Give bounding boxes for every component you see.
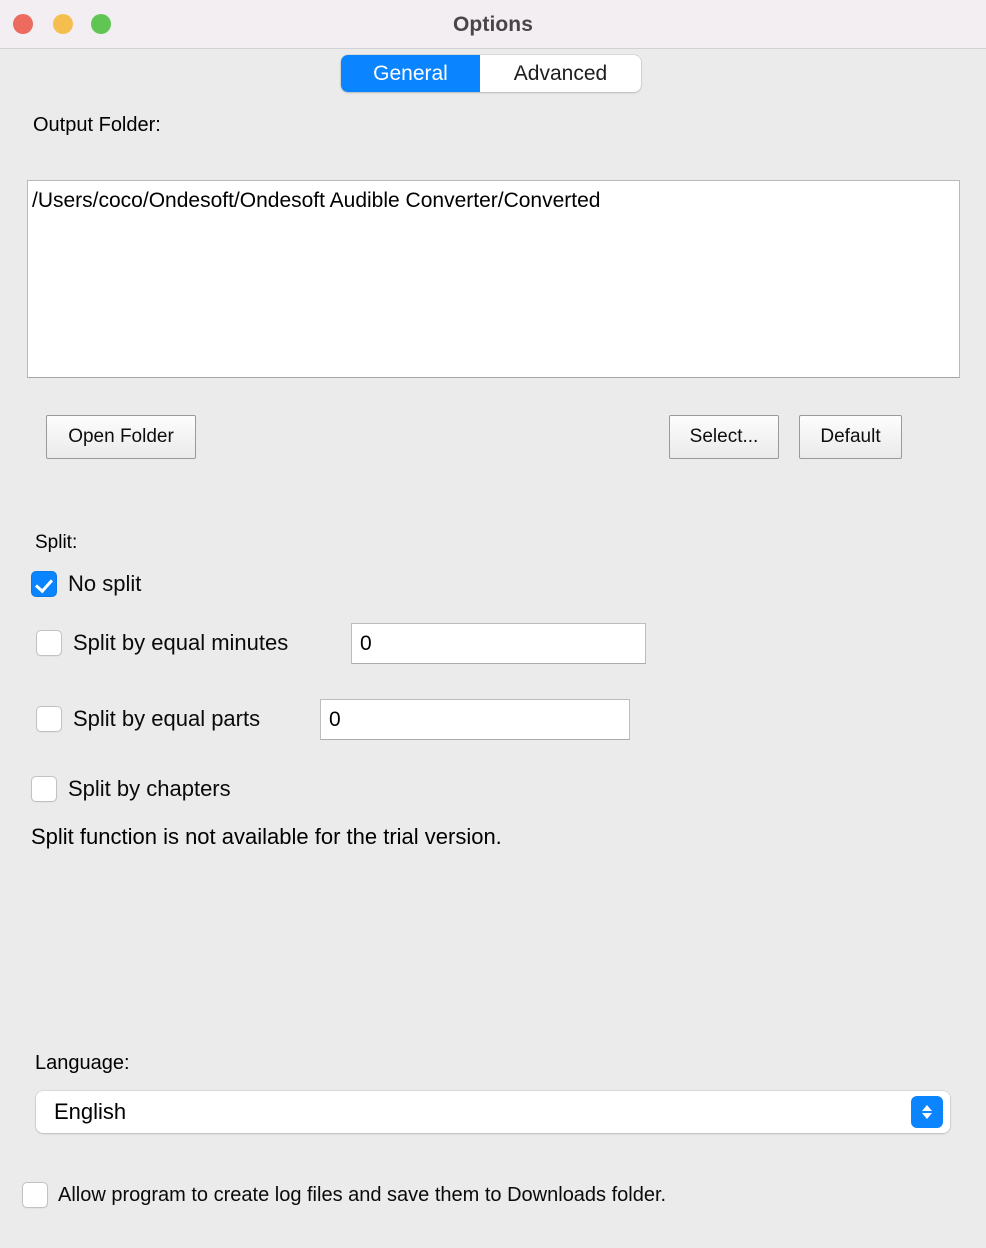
output-folder-path-field[interactable]: /Users/coco/Ondesoft/Ondesoft Audible Co… <box>27 180 960 378</box>
checkbox-label-split-by-equal-minutes: Split by equal minutes <box>73 630 289 655</box>
tab-bar: General Advanced <box>341 55 641 92</box>
checkbox-allow-log-files[interactable] <box>22 1182 48 1208</box>
checkbox-row-allow-log-files[interactable]: Allow program to create log files and sa… <box>22 1182 666 1208</box>
open-folder-button[interactable]: Open Folder <box>46 415 196 459</box>
tab-advanced[interactable]: Advanced <box>480 55 641 92</box>
output-folder-label: Output Folder: <box>33 114 161 136</box>
trial-version-note: Split function is not available for the … <box>31 824 502 849</box>
checkbox-label-split-by-equal-parts: Split by equal parts <box>73 706 261 731</box>
split-minutes-input[interactable]: 0 <box>351 623 646 664</box>
checkbox-split-by-chapters[interactable] <box>31 776 57 802</box>
language-selected-value: English <box>54 1099 127 1124</box>
select-folder-button[interactable]: Select... <box>669 415 779 459</box>
checkbox-row-split-by-equal-minutes[interactable]: Split by equal minutes <box>36 630 288 656</box>
window-title: Options <box>452 13 534 36</box>
checkbox-label-split-by-chapters: Split by chapters <box>68 776 231 801</box>
checkbox-split-by-equal-minutes[interactable] <box>36 630 62 656</box>
checkbox-split-by-equal-parts[interactable] <box>36 706 62 732</box>
split-parts-input[interactable]: 0 <box>320 699 630 740</box>
checkbox-row-split-by-chapters[interactable]: Split by chapters <box>31 776 231 802</box>
checkbox-label-no-split: No split <box>68 571 142 596</box>
checkbox-label-allow-log-files: Allow program to create log files and sa… <box>58 1183 667 1206</box>
checkbox-row-split-by-equal-parts[interactable]: Split by equal parts <box>36 706 260 732</box>
language-label: Language: <box>35 1052 130 1074</box>
chevron-up-down-icon[interactable] <box>911 1096 943 1128</box>
checkbox-no-split[interactable] <box>31 571 57 597</box>
tab-general[interactable]: General <box>341 55 480 92</box>
checkbox-row-no-split[interactable]: No split <box>31 571 141 597</box>
default-folder-button[interactable]: Default <box>799 415 902 459</box>
split-section-label: Split: <box>35 532 78 553</box>
options-window: Options General Advanced Output Folder: … <box>0 0 986 1248</box>
language-select[interactable]: English <box>36 1091 950 1133</box>
title-bar: Options <box>0 0 986 49</box>
